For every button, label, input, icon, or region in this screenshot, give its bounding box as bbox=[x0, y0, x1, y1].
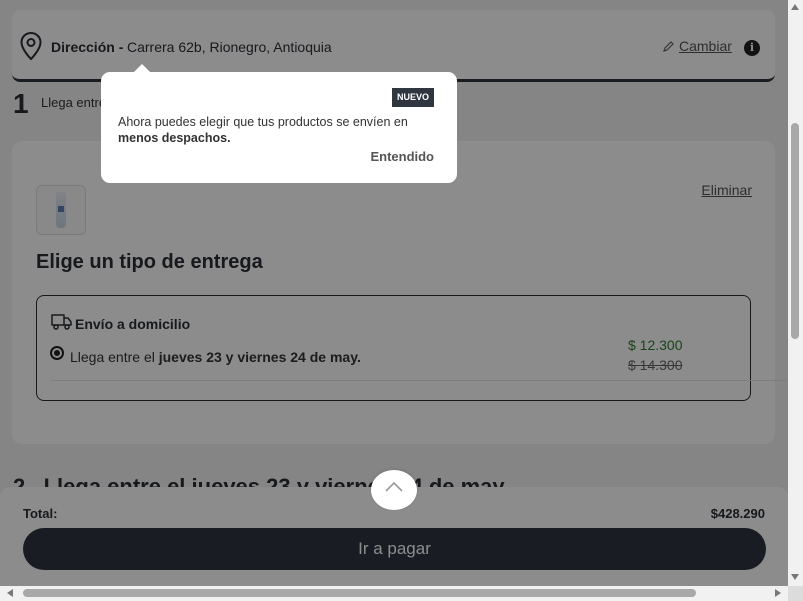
chevron-up-icon bbox=[385, 481, 403, 492]
new-feature-popover: NUEVO Ahora puedes elegir que tus produc… bbox=[101, 64, 457, 183]
horizontal-scrollbar[interactable] bbox=[0, 586, 788, 601]
vertical-scrollbar[interactable] bbox=[788, 0, 803, 586]
new-badge: NUEVO bbox=[392, 88, 435, 107]
vertical-scroll-thumb[interactable] bbox=[791, 123, 799, 339]
scroll-left-arrow-icon[interactable] bbox=[7, 589, 13, 597]
scroll-right-arrow-icon[interactable] bbox=[775, 589, 781, 597]
scroll-up-button[interactable] bbox=[371, 470, 417, 510]
checkout-page: Dirección - Carrera 62b, Rionegro, Antio… bbox=[0, 0, 788, 586]
got-it-button[interactable]: Entendido bbox=[370, 149, 434, 164]
scroll-down-arrow-icon[interactable] bbox=[791, 574, 799, 580]
popover-arrow bbox=[133, 64, 151, 73]
scrollbar-corner bbox=[788, 586, 803, 601]
scroll-up-arrow-icon[interactable] bbox=[791, 4, 799, 10]
horizontal-scroll-thumb[interactable] bbox=[23, 589, 696, 597]
popover-message: Ahora puedes elegir que tus productos se… bbox=[118, 115, 408, 145]
